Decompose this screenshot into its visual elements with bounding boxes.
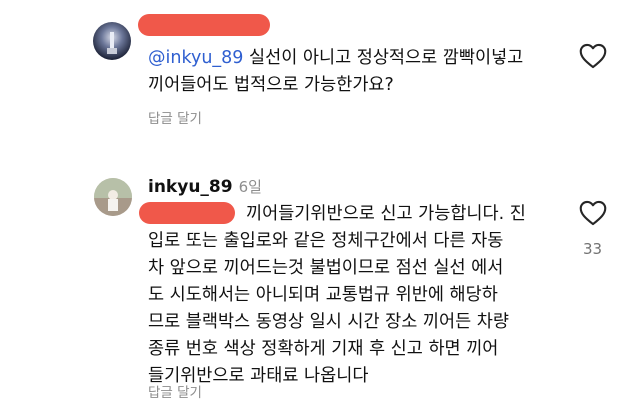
reply-button[interactable]: 답글 달기	[148, 107, 202, 127]
comment-line: 들기위반으로 과태료 나옵니다	[148, 366, 369, 386]
username[interactable]: inkyu_89	[148, 177, 233, 197]
avatar-image	[107, 32, 117, 54]
like-count: 33	[583, 240, 603, 258]
comment-text: @inkyu_89 실선이 아니고 정상적으로 깜빡이넣고 끼어들어도 법적으로…	[148, 45, 578, 99]
comment-2: inkyu_89 6일 끼어들기위반으로 신고 가능합니다. 진 입로 또는 출입…	[0, 160, 640, 414]
comment-text: 끼어들기위반으로 신고 가능합니다. 진 입로 또는 출입로와 같은 정체구간에…	[148, 201, 578, 390]
comment-username[interactable]: inkyu_89 6일	[148, 176, 262, 197]
avatar[interactable]	[93, 22, 131, 60]
comment-line: 므로 블랙박스 동영상 일시 시간 장소 끼어든 차량	[148, 312, 509, 332]
heart-icon[interactable]	[579, 43, 607, 69]
avatar[interactable]	[94, 178, 132, 216]
comment-line: 끼어들기위반으로 신고 가능합니다. 진	[246, 204, 526, 224]
heart-icon[interactable]	[579, 200, 607, 226]
redacted-username	[138, 14, 270, 36]
comment-line: 종류 번호 색상 정확하게 기재 후 신고 하면 끼어	[148, 339, 499, 359]
comment-1: @inkyu_89 실선이 아니고 정상적으로 깜빡이넣고 끼어들어도 법적으로…	[0, 0, 640, 140]
reply-button[interactable]: 답글 달기	[148, 381, 202, 401]
avatar-image	[94, 178, 132, 216]
comment-line: 입로 또는 출입로와 같은 정체구간에서 다른 자동	[148, 231, 504, 251]
comment-line: 도 시도해서는 아니되며 교통법규 위반에 해당하	[148, 285, 498, 305]
comment-line: 차 앞으로 끼어드는것 불법이므로 점선 실선 에서	[148, 258, 504, 278]
comment-time: 6일	[238, 178, 262, 196]
mention-link[interactable]: @inkyu_89	[148, 48, 243, 68]
